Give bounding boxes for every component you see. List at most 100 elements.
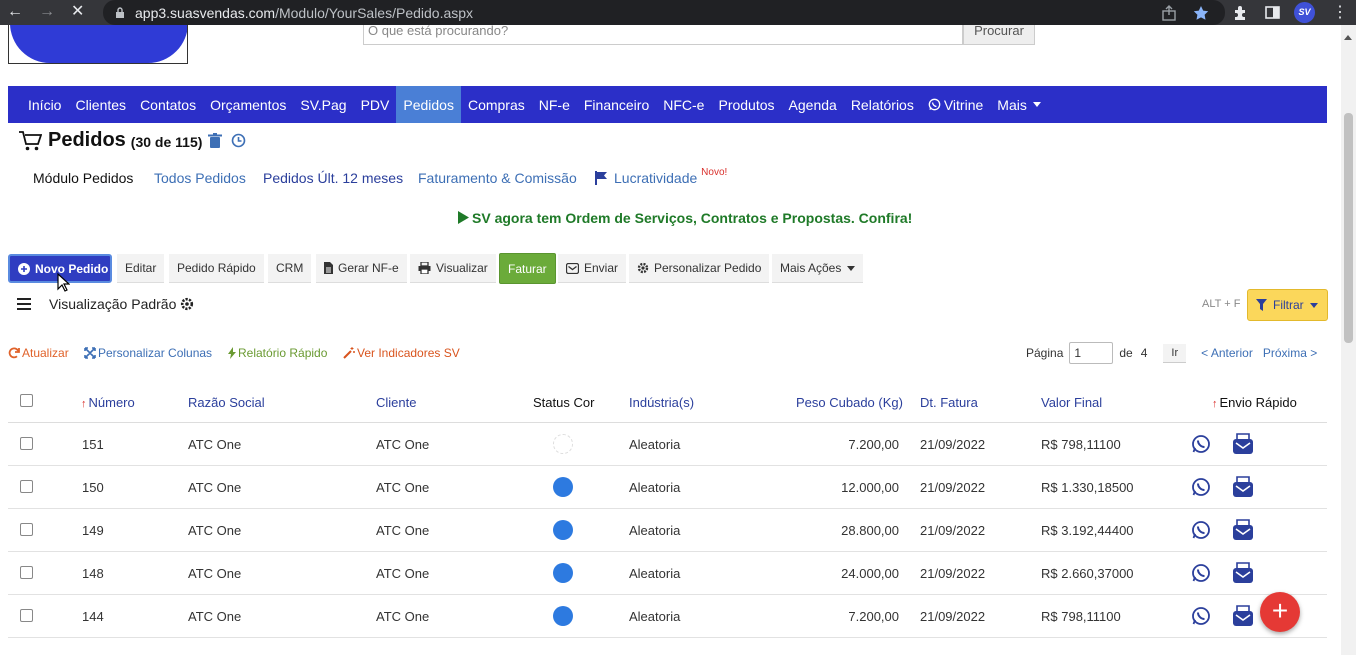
nav-item-pdv[interactable]: PDV [354, 86, 397, 123]
address-bar[interactable]: app3.suasvendas.com/Modulo/YourSales/Ped… [103, 0, 1225, 25]
tab-faturamento-comissao[interactable]: Faturamento & Comissão [418, 170, 577, 186]
row-checkbox[interactable] [20, 609, 33, 622]
previous-page-link[interactable]: < Anterior [1201, 346, 1253, 360]
personalizar-colunas-link[interactable]: Personalizar Colunas [84, 346, 212, 360]
column-cliente[interactable]: Cliente [376, 395, 416, 410]
promo-banner[interactable]: SV agora tem Ordem de Serviços, Contrato… [458, 210, 912, 226]
cell-numero[interactable]: 149 [82, 523, 104, 538]
ver-indicadores-link[interactable]: Ver Indicadores SV [343, 346, 460, 360]
tab-pedidos-12-meses[interactable]: Pedidos Últ. 12 meses [263, 170, 403, 186]
cart-icon [19, 130, 42, 150]
cell-numero[interactable]: 151 [82, 437, 104, 452]
search-input[interactable]: O que está procurando? [363, 25, 963, 45]
editar-button[interactable]: Editar [117, 254, 165, 283]
nav-item-clientes[interactable]: Clientes [68, 86, 133, 123]
nav-item-nfce[interactable]: NFC-e [656, 86, 711, 123]
filter-button[interactable]: Filtrar [1247, 289, 1328, 321]
column-razao-social[interactable]: Razão Social [188, 395, 265, 410]
browser-menu-icon[interactable]: ⋮ [1332, 2, 1348, 22]
nav-item-vitrine[interactable]: Vitrine [921, 86, 990, 123]
whatsapp-icon[interactable] [1191, 606, 1211, 626]
share-icon[interactable] [1161, 5, 1177, 21]
extensions-icon[interactable] [1232, 4, 1249, 21]
status-color-dot [553, 606, 573, 626]
table-row[interactable]: 148 ATC One ATC One Aleatoria 24.000,00 21/09… [8, 552, 1327, 595]
tab-todos-pedidos[interactable]: Todos Pedidos [154, 170, 246, 186]
column-dt-fatura[interactable]: Dt. Fatura [920, 395, 978, 410]
nav-item-inicio[interactable]: Início [21, 86, 68, 123]
forward-icon[interactable]: → [39, 3, 55, 21]
cell-numero[interactable]: 148 [82, 566, 104, 581]
column-valor-final[interactable]: Valor Final [1041, 395, 1102, 410]
floating-add-button[interactable]: + [1260, 592, 1300, 632]
scroll-up-arrow-icon[interactable] [1344, 35, 1352, 40]
nav-item-pedidos[interactable]: Pedidos [396, 86, 461, 123]
atualizar-link[interactable]: Atualizar [8, 346, 69, 360]
table-row[interactable]: 150 ATC One ATC One Aleatoria 12.000,00 21/09… [8, 466, 1327, 509]
faturar-button[interactable]: Faturar [499, 253, 556, 284]
whatsapp-icon[interactable] [1191, 434, 1211, 454]
tab-modulo-pedidos[interactable]: Módulo Pedidos [33, 170, 133, 186]
go-button[interactable]: Ir [1163, 343, 1187, 363]
nav-item-nfe[interactable]: NF-e [532, 86, 577, 123]
hamburger-icon[interactable] [17, 298, 31, 310]
back-icon[interactable]: ← [7, 3, 23, 21]
nav-item-mais[interactable]: Mais [990, 86, 1048, 123]
nav-item-agenda[interactable]: Agenda [782, 86, 844, 123]
column-industrias[interactable]: Indústria(s) [629, 395, 694, 410]
relatorio-rapido-link[interactable]: Relatório Rápido [228, 346, 327, 360]
gerar-nfe-button[interactable]: Gerar NF-e [316, 254, 407, 283]
whatsapp-icon[interactable] [1191, 477, 1211, 497]
mais-acoes-button[interactable]: Mais Ações [772, 254, 864, 283]
select-all-checkbox[interactable] [20, 394, 33, 407]
crm-button[interactable]: CRM [268, 254, 312, 283]
row-checkbox[interactable] [20, 566, 33, 579]
view-settings-gear-icon[interactable] [180, 297, 194, 311]
page-scrollbar[interactable] [1341, 25, 1356, 655]
table-row[interactable]: 151 ATC One ATC One Aleatoria 7.200,00 21/09/… [8, 423, 1327, 466]
scrollbar-thumb[interactable] [1344, 113, 1353, 343]
personalizar-pedido-button[interactable]: Personalizar Pedido [629, 254, 770, 283]
search-button[interactable]: Procurar [963, 25, 1035, 45]
nav-item-relatorios[interactable]: Relatórios [844, 86, 921, 123]
nav-item-contatos[interactable]: Contatos [133, 86, 203, 123]
nav-item-produtos[interactable]: Produtos [711, 86, 781, 123]
table-row[interactable]: 149 ATC One ATC One Aleatoria 28.800,00 21/09… [8, 509, 1327, 552]
column-envio-rapido[interactable]: ↑ Envio Rápido [1212, 395, 1297, 410]
bookmark-star-icon[interactable] [1193, 5, 1209, 21]
email-box-icon[interactable] [1232, 562, 1254, 584]
row-checkbox[interactable] [20, 437, 33, 450]
enviar-button[interactable]: Enviar [558, 254, 627, 283]
cell-cliente: ATC One [376, 480, 430, 495]
whatsapp-icon[interactable] [1191, 563, 1211, 583]
cell-numero[interactable]: 144 [82, 609, 104, 624]
pedido-rapido-button[interactable]: Pedido Rápido [169, 254, 264, 283]
column-numero[interactable]: ↑ Número [81, 395, 135, 410]
cell-numero[interactable]: 150 [82, 480, 104, 495]
nav-item-compras[interactable]: Compras [461, 86, 532, 123]
nav-item-orcamentos[interactable]: Orçamentos [203, 86, 293, 123]
view-label: Visualização Padrão [49, 296, 177, 312]
logo[interactable] [8, 25, 188, 64]
sidepanel-icon[interactable] [1264, 4, 1281, 21]
column-peso-cubado[interactable]: Peso Cubado (Kg) [796, 395, 903, 410]
page-number-input[interactable]: 1 [1069, 342, 1114, 364]
email-box-icon[interactable] [1232, 476, 1254, 498]
trash-icon[interactable] [208, 132, 223, 149]
tab-lucratividade[interactable]: Lucratividade Novo! [594, 167, 727, 186]
email-box-icon[interactable] [1232, 433, 1254, 455]
nav-item-financeiro[interactable]: Financeiro [577, 86, 656, 123]
email-box-icon[interactable] [1232, 519, 1254, 541]
table-row[interactable]: 144 ATC One ATC One Aleatoria 7.200,00 21/09/… [8, 595, 1327, 638]
stop-icon[interactable]: ✕ [71, 3, 84, 21]
next-page-link[interactable]: Próxima > [1263, 346, 1317, 360]
email-box-icon[interactable] [1232, 605, 1254, 627]
whatsapp-icon[interactable] [1191, 520, 1211, 540]
visualizar-button[interactable]: Visualizar [410, 254, 496, 283]
row-checkbox[interactable] [20, 523, 33, 536]
page-title-row: Pedidos (30 de 115) [18, 129, 246, 152]
profile-avatar[interactable]: SV [1294, 2, 1315, 23]
history-icon[interactable] [231, 133, 246, 148]
row-checkbox[interactable] [20, 480, 33, 493]
nav-item-svpag[interactable]: SV.Pag [293, 86, 353, 123]
